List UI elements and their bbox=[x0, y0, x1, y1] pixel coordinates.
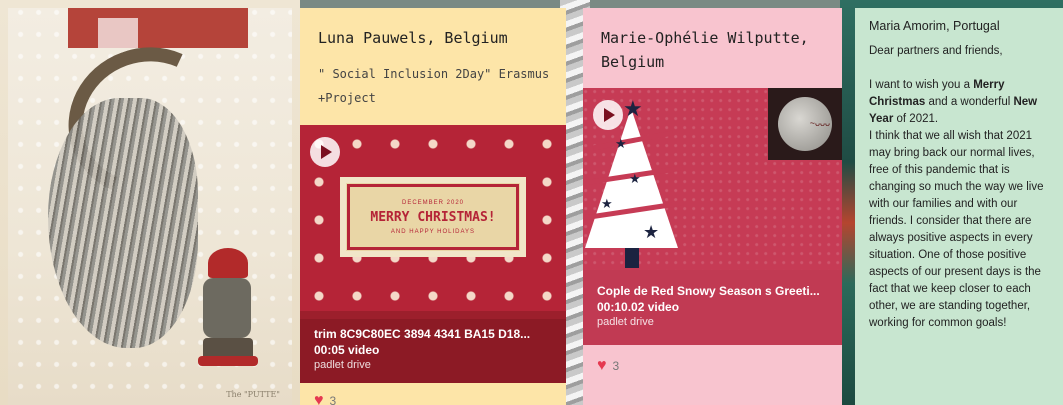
post-author: Maria Amorim, Portugal bbox=[869, 19, 1000, 33]
play-icon[interactable] bbox=[310, 137, 340, 167]
banner-subtitle: AND HAPPY HOLIDAYS bbox=[390, 228, 476, 235]
video-attachment[interactable]: DECEMBER 2020 MERRY CHRISTMAS! AND HAPPY… bbox=[300, 125, 566, 383]
video-info: trim 8C9C80EC 3894 4341 BA15 D18... 00:0… bbox=[300, 319, 566, 383]
post-card-marie[interactable]: Marie-Ophélie Wilputte, Belgium ★ ★ ★ ★ … bbox=[583, 8, 842, 405]
heart-icon: ♥ bbox=[597, 357, 607, 374]
illustration-image[interactable]: The "PUTTE" bbox=[8, 8, 292, 405]
video-attachment[interactable]: ★ ★ ★ ★ ★ ~ᴗᴗᴗ Cople de Red Snowy Season… bbox=[583, 88, 842, 345]
heart-icon: ♥ bbox=[314, 392, 324, 405]
post-paragraph-message: I think that we all wish that 2021 may b… bbox=[869, 130, 1044, 329]
goat-beard bbox=[48, 98, 198, 348]
play-icon[interactable] bbox=[593, 100, 623, 130]
video-info: Cople de Red Snowy Season s Greeti... 00… bbox=[583, 270, 842, 345]
post-subject: " Social Inclusion 2Day" Erasmus +Projec… bbox=[318, 67, 550, 105]
child-body bbox=[203, 278, 251, 338]
video-source: padlet drive bbox=[597, 316, 654, 328]
sleigh-icon: ~ᴗᴗᴗ bbox=[809, 118, 830, 128]
video-title: trim 8C9C80EC 3894 4341 BA15 D18... bbox=[314, 327, 531, 341]
post-card-maria[interactable]: Maria Amorim, Portugal Dear partners and… bbox=[855, 8, 1063, 405]
post-greeting: Dear partners and friends, bbox=[869, 45, 1003, 57]
svg-text:★: ★ bbox=[615, 137, 627, 152]
banner-date: DECEMBER 2020 bbox=[401, 199, 465, 206]
christmas-banner: DECEMBER 2020 MERRY CHRISTMAS! AND HAPPY… bbox=[340, 177, 526, 257]
like-count: 3 bbox=[612, 359, 620, 373]
child-figure bbox=[193, 248, 263, 368]
child-hat bbox=[208, 248, 248, 278]
moon-image: ~ᴗᴗᴗ bbox=[768, 88, 842, 160]
post-author: Marie-Ophélie Wilputte, Belgium bbox=[601, 29, 809, 71]
video-title: Cople de Red Snowy Season s Greeti... bbox=[597, 284, 820, 298]
illustration-caption: The "PUTTE" bbox=[226, 390, 280, 399]
svg-text:★: ★ bbox=[623, 97, 643, 122]
post-paragraph-wishes: I want to wish you a Merry Christmas and… bbox=[869, 79, 1038, 125]
child-boots bbox=[198, 356, 258, 366]
post-card-luna[interactable]: Luna Pauwels, Belgium " Social Inclusion… bbox=[300, 8, 566, 405]
like-button[interactable]: ♥ 3 bbox=[597, 358, 619, 374]
svg-text:★: ★ bbox=[601, 197, 613, 212]
banner-title: MERRY CHRISTMAS! bbox=[370, 209, 496, 225]
like-count: 3 bbox=[329, 394, 337, 405]
video-source: padlet drive bbox=[314, 359, 371, 371]
svg-text:★: ★ bbox=[629, 172, 641, 187]
svg-text:★: ★ bbox=[643, 222, 659, 243]
like-button[interactable]: ♥ 3 bbox=[314, 393, 336, 405]
video-duration: 00:10.02 video bbox=[597, 300, 680, 314]
post-author: Luna Pauwels, Belgium bbox=[318, 29, 508, 47]
video-duration: 00:05 video bbox=[314, 343, 380, 357]
house-window bbox=[98, 18, 138, 48]
house-roof bbox=[68, 8, 248, 48]
post-body: Maria Amorim, Portugal Dear partners and… bbox=[855, 8, 1063, 332]
